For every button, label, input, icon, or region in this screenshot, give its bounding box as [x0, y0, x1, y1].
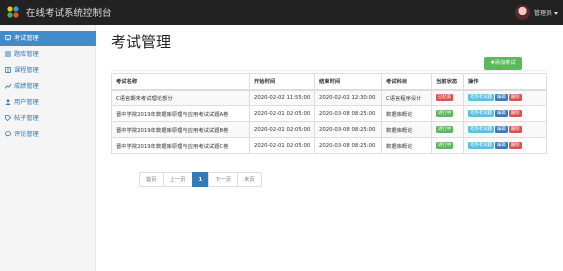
view-questions-button[interactable]: 考务考试题 — [468, 94, 494, 102]
list-icon — [5, 51, 11, 57]
exam-name-cell: 晋中学院2019年数据库原理与应用考试试题B卷 — [111, 121, 250, 138]
subject-cell: 数据库概论 — [381, 105, 432, 122]
table-row: 晋中学院2019年数据库原理与应用考试试题B卷 2020-02-01 02:05:… — [111, 121, 547, 138]
page-title: 考试管理 — [111, 33, 172, 51]
status-cell: 进行中 — [431, 137, 464, 154]
sidebar-item-label: 帖子管理 — [14, 115, 39, 122]
sidebar-item-6[interactable]: 评论管理 — [0, 127, 96, 142]
exam-name-cell: 晋中学院2019年数据库原理与应用考试试题A卷 — [111, 105, 250, 122]
status-cell: 进行中 — [431, 105, 464, 122]
page-last-button[interactable]: 末页 — [237, 172, 262, 187]
table-row: 晋中学院2019年数据库原理与应用考试试题C卷 2020-02-01 02:05:… — [111, 137, 547, 154]
comment-icon — [5, 131, 11, 137]
page-first-button[interactable]: 首页 — [139, 172, 164, 187]
table-row: C语言期末考试理论部分 2020-02-02 11:55:00 2020-02-02… — [111, 89, 547, 106]
header-end-time: 结束时间 — [314, 73, 382, 91]
exam-name-cell: C语言期末考试理论部分 — [111, 89, 250, 106]
main-content: 考试管理 ✚添加考试 考试名称 开始时间 结束时间 考试科目 当前状态 操作 C… — [96, 25, 563, 271]
status-badge: 进行中 — [436, 110, 454, 117]
end-time-cell: 2020-03-08 08:25:00 — [314, 105, 382, 122]
sidebar-item-label: 成绩管理 — [14, 83, 39, 90]
exam-name-cell: 晋中学院2019年数据库原理与应用考试试题C卷 — [111, 137, 250, 154]
user-icon — [5, 99, 11, 105]
caret-down-icon — [554, 12, 559, 15]
status-badge: 进行中 — [436, 142, 454, 149]
sidebar-item-0[interactable]: 考试管理 — [0, 31, 96, 46]
top-navbar: 在线考试系统控制台 管理员 — [0, 0, 563, 25]
exam-table: 考试名称 开始时间 结束时间 考试科目 当前状态 操作 C语言期末考试理论部分 2… — [111, 73, 547, 154]
sidebar: 考试管理题库管理课程管理成绩管理用户管理帖子管理评论管理 — [0, 25, 96, 271]
end-time-cell: 2020-03-08 08:25:00 — [314, 137, 382, 154]
page-current-button[interactable]: 1 — [191, 172, 210, 187]
header-actions: 操作 — [463, 73, 547, 91]
actions-cell: 考务考试题 编辑 删除 — [463, 105, 547, 122]
title-divider — [111, 70, 548, 71]
edit-button[interactable]: 编辑 — [494, 94, 508, 102]
avatar[interactable] — [515, 5, 530, 20]
end-time-cell: 2020-02-02 12:30:00 — [314, 89, 382, 106]
subject-cell: C语言程序设计 — [381, 89, 432, 106]
sidebar-item-2[interactable]: 课程管理 — [0, 63, 96, 78]
actions-cell: 考务考试题 编辑 删除 — [463, 137, 547, 154]
status-cell: 已结束 — [431, 89, 464, 106]
sidebar-item-label: 用户管理 — [14, 99, 39, 106]
delete-button[interactable]: 删除 — [508, 126, 522, 133]
edit-button[interactable]: 编辑 — [494, 126, 508, 133]
add-exam-button[interactable]: ✚添加考试 — [484, 57, 522, 70]
user-menu[interactable]: 管理员 — [534, 8, 559, 17]
edit-button[interactable]: 编辑 — [494, 142, 508, 149]
status-cell: 进行中 — [431, 121, 464, 138]
sidebar-item-label: 评论管理 — [14, 131, 39, 138]
status-badge: 已结束 — [436, 94, 454, 102]
sidebar-item-label: 考试管理 — [14, 35, 39, 42]
table-row: 晋中学院2019年数据库原理与应用考试试题A卷 2020-02-01 02:05:… — [111, 105, 547, 122]
monitor-icon — [5, 35, 11, 41]
view-questions-button[interactable]: 考务考试题 — [468, 110, 494, 117]
header-status: 当前状态 — [431, 73, 464, 91]
table-header-row: 考试名称 开始时间 结束时间 考试科目 当前状态 操作 — [111, 73, 547, 91]
sidebar-item-5[interactable]: 帖子管理 — [0, 111, 96, 126]
chart-icon — [5, 83, 11, 89]
start-time-cell: 2020-02-01 02:05:00 — [249, 105, 315, 122]
tag-icon — [5, 115, 11, 121]
delete-button[interactable]: 删除 — [508, 94, 522, 102]
app-logo-icon — [7, 6, 19, 18]
start-time-cell: 2020-02-01 02:05:00 — [249, 137, 315, 154]
sidebar-item-3[interactable]: 成绩管理 — [0, 79, 96, 94]
header-exam-name: 考试名称 — [111, 73, 250, 91]
subject-cell: 数据库概论 — [381, 121, 432, 138]
view-questions-button[interactable]: 考务考试题 — [468, 126, 494, 133]
start-time-cell: 2020-02-01 02:05:00 — [249, 121, 315, 138]
sidebar-item-4[interactable]: 用户管理 — [0, 95, 96, 110]
user-name: 管理员 — [534, 10, 553, 17]
sidebar-item-1[interactable]: 题库管理 — [0, 47, 96, 62]
pagination: 首页 上一页 1 下一页 末页 — [139, 172, 262, 187]
sidebar-item-label: 课程管理 — [14, 67, 39, 74]
sidebar-item-label: 题库管理 — [14, 51, 39, 58]
page-prev-button[interactable]: 上一页 — [162, 172, 193, 187]
view-questions-button[interactable]: 考务考试题 — [468, 142, 494, 149]
book-icon — [5, 67, 11, 73]
status-badge: 进行中 — [436, 126, 454, 133]
end-time-cell: 2020-03-08 08:25:00 — [314, 121, 382, 138]
page-next-button[interactable]: 下一页 — [208, 172, 239, 187]
app-title[interactable]: 在线考试系统控制台 — [26, 5, 112, 19]
header-subject: 考试科目 — [381, 73, 432, 91]
actions-cell: 考务考试题 编辑 删除 — [463, 121, 547, 138]
header-start-time: 开始时间 — [249, 73, 315, 91]
subject-cell: 数据库概论 — [381, 137, 432, 154]
delete-button[interactable]: 删除 — [508, 142, 522, 149]
edit-button[interactable]: 编辑 — [494, 110, 508, 117]
delete-button[interactable]: 删除 — [508, 110, 522, 117]
start-time-cell: 2020-02-02 11:55:00 — [249, 89, 315, 106]
actions-cell: 考务考试题 编辑 删除 — [463, 89, 547, 106]
